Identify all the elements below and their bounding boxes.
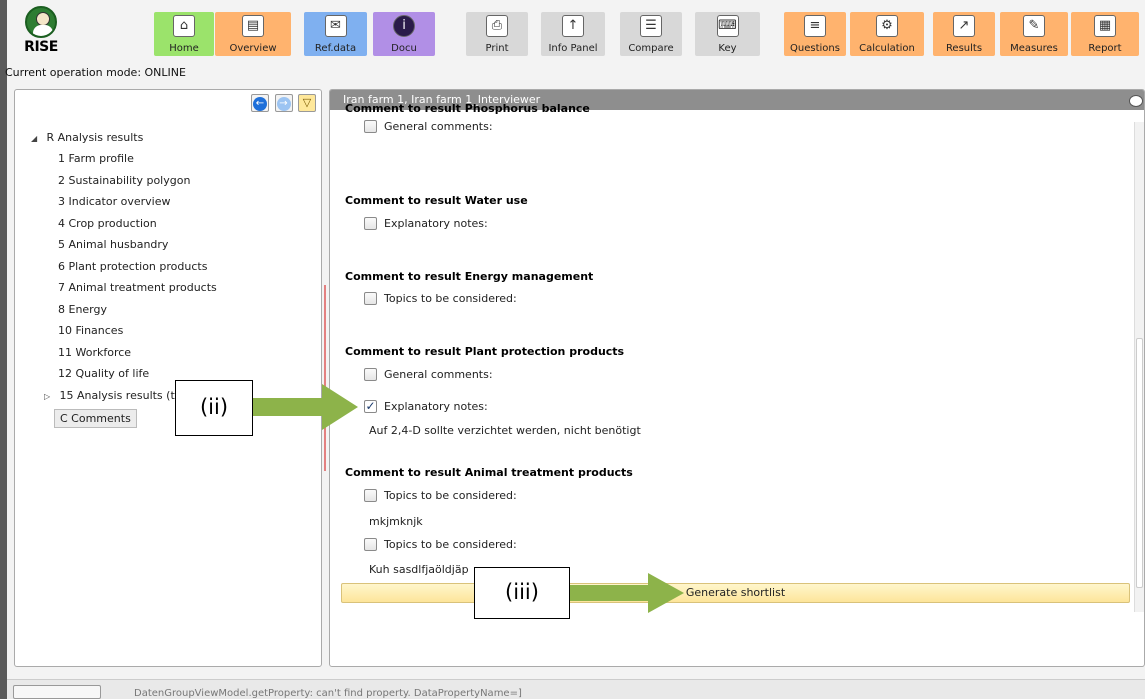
comment-bubble-icon[interactable]: [1129, 95, 1143, 107]
status-button[interactable]: [13, 685, 101, 699]
app-window: RISE ⌂ Home ▤ Overview ✉ Ref.data i Docu…: [0, 0, 1145, 699]
comment-note: mkjmknjk: [369, 515, 423, 528]
checkbox[interactable]: [364, 216, 377, 230]
checkbox-row[interactable]: Topics to be considered:: [364, 537, 517, 554]
checkbox[interactable]: [364, 119, 377, 133]
arrow-left-icon: ←: [253, 97, 267, 111]
filter-icon: ▽: [302, 96, 312, 109]
section-title: Comment to result Animal treatment produ…: [345, 466, 633, 479]
tree-item[interactable]: 5 Animal husbandry: [31, 237, 217, 259]
section-title: Comment to result Energy management: [345, 270, 594, 283]
status-bar: DatenGroupViewModel.getProperty: can't f…: [7, 679, 1145, 699]
tree-item[interactable]: 11 Workforce: [31, 345, 217, 367]
results-button[interactable]: ↗ Results: [933, 12, 995, 56]
checkbox-row[interactable]: Topics to be considered:: [364, 291, 517, 308]
back-button[interactable]: ←: [251, 94, 269, 112]
section-title: Comment to result Water use: [345, 194, 528, 207]
home-button[interactable]: ⌂ Home: [154, 12, 214, 56]
tree-item[interactable]: 8 Energy: [31, 302, 217, 324]
checkbox-row[interactable]: Explanatory notes:: [364, 216, 488, 233]
expand-triangle-icon[interactable]: ▷: [44, 389, 56, 405]
checkbox-row[interactable]: General comments:: [364, 367, 493, 384]
panel-splitter[interactable]: [324, 285, 326, 471]
comment-note: Auf 2,4-D sollte verzichtet werden, nich…: [369, 424, 641, 437]
checkbox-row[interactable]: Topics to be considered:: [364, 488, 517, 505]
annotation-arrow-iii: [568, 573, 684, 613]
documents-icon: ▤: [242, 15, 264, 37]
forward-button[interactable]: →: [274, 94, 293, 112]
tree-item[interactable]: 7 Animal treatment products: [31, 280, 217, 302]
rise-logo: RISE: [21, 6, 61, 60]
vertical-scrollbar[interactable]: [1134, 122, 1144, 612]
tree-item[interactable]: 2 Sustainability polygon: [31, 173, 217, 195]
annotation-arrow-ii: [250, 384, 358, 430]
upload-icon: ↑: [562, 15, 584, 37]
tree-item[interactable]: 1 Farm profile: [31, 151, 217, 173]
ref-data-button[interactable]: ✉ Ref.data: [304, 12, 367, 56]
gear-icon: ⚙: [876, 15, 898, 37]
operation-mode-text: Current operation mode: ONLINE: [5, 66, 186, 79]
info-icon: i: [393, 15, 415, 37]
keyboard-icon: ⌨: [716, 15, 739, 37]
calculation-button[interactable]: ⚙ Calculation: [850, 12, 924, 56]
overview-button[interactable]: ▤ Overview: [215, 12, 291, 56]
report-icon: ▦: [1094, 15, 1116, 37]
measures-button[interactable]: ✎ Measures: [1000, 12, 1068, 56]
nav-button-group: ← → ▽: [249, 94, 316, 112]
window-edge: [0, 0, 7, 699]
checkbox[interactable]: [364, 291, 377, 305]
annotation-label-ii: (ii): [175, 380, 253, 436]
generate-shortlist-button[interactable]: Generate shortlist: [341, 583, 1130, 603]
compare-button[interactable]: ☰ Compare: [620, 12, 682, 56]
tree-item[interactable]: 4 Crop production: [31, 216, 217, 238]
scroll-thumb[interactable]: [1136, 338, 1143, 588]
comments-content: Comment to result Phosphorus balance Gen…: [345, 102, 1135, 614]
info-panel-button[interactable]: ↑ Info Panel: [541, 12, 605, 56]
collapse-triangle-icon[interactable]: ◢: [31, 131, 43, 147]
docu-button[interactable]: i Docu: [373, 12, 435, 56]
section-title: Comment to result Plant protection produ…: [345, 345, 625, 358]
checkbox[interactable]: [364, 488, 377, 502]
checkbox-row[interactable]: ✓ Explanatory notes:: [364, 399, 488, 416]
section-title: Comment to result Phosphorus balance: [345, 102, 590, 115]
questionnaire-icon: ≡: [804, 15, 826, 37]
checkbox-row[interactable]: General comments:: [364, 119, 493, 136]
compare-icon: ☰: [640, 15, 662, 37]
filter-button[interactable]: ▽: [298, 94, 316, 112]
comment-note: Kuh sasdlfjaöldjäp: [369, 563, 469, 576]
tree-item[interactable]: 10 Finances: [31, 323, 217, 345]
checkbox[interactable]: [364, 367, 377, 381]
checkbox-checked[interactable]: ✓: [364, 399, 377, 413]
tree-root-analysis-results[interactable]: ◢ R Analysis results: [31, 130, 217, 151]
navigation-panel: ← → ▽ ◢ R Analysis results 1 Farm profil…: [14, 89, 322, 667]
envelope-icon: ✉: [324, 15, 347, 37]
checkbox[interactable]: [364, 537, 377, 551]
home-icon: ⌂: [173, 15, 195, 37]
print-button[interactable]: ⎙ Print: [466, 12, 528, 56]
comments-panel: Iran farm 1, Iran farm 1_Interviewer Com…: [329, 89, 1145, 667]
logo-text: RISE: [24, 39, 58, 55]
status-message: DatenGroupViewModel.getProperty: can't f…: [134, 688, 522, 699]
arrow-right-icon: →: [276, 97, 291, 111]
tree-item[interactable]: 3 Indicator overview: [31, 194, 217, 216]
annotation-label-iii: (iii): [474, 567, 570, 619]
questions-button[interactable]: ≡ Questions: [784, 12, 846, 56]
key-button[interactable]: ⌨ Key: [695, 12, 760, 56]
main-toolbar: RISE ⌂ Home ▤ Overview ✉ Ref.data i Docu…: [7, 0, 1145, 62]
report-button[interactable]: ▦ Report: [1071, 12, 1139, 56]
tree-item-comments[interactable]: C Comments: [54, 409, 137, 428]
wrench-icon: ✎: [1023, 15, 1045, 37]
tree-item[interactable]: 6 Plant protection products: [31, 259, 217, 281]
chart-icon: ↗: [953, 15, 975, 37]
printer-icon: ⎙: [486, 15, 508, 37]
